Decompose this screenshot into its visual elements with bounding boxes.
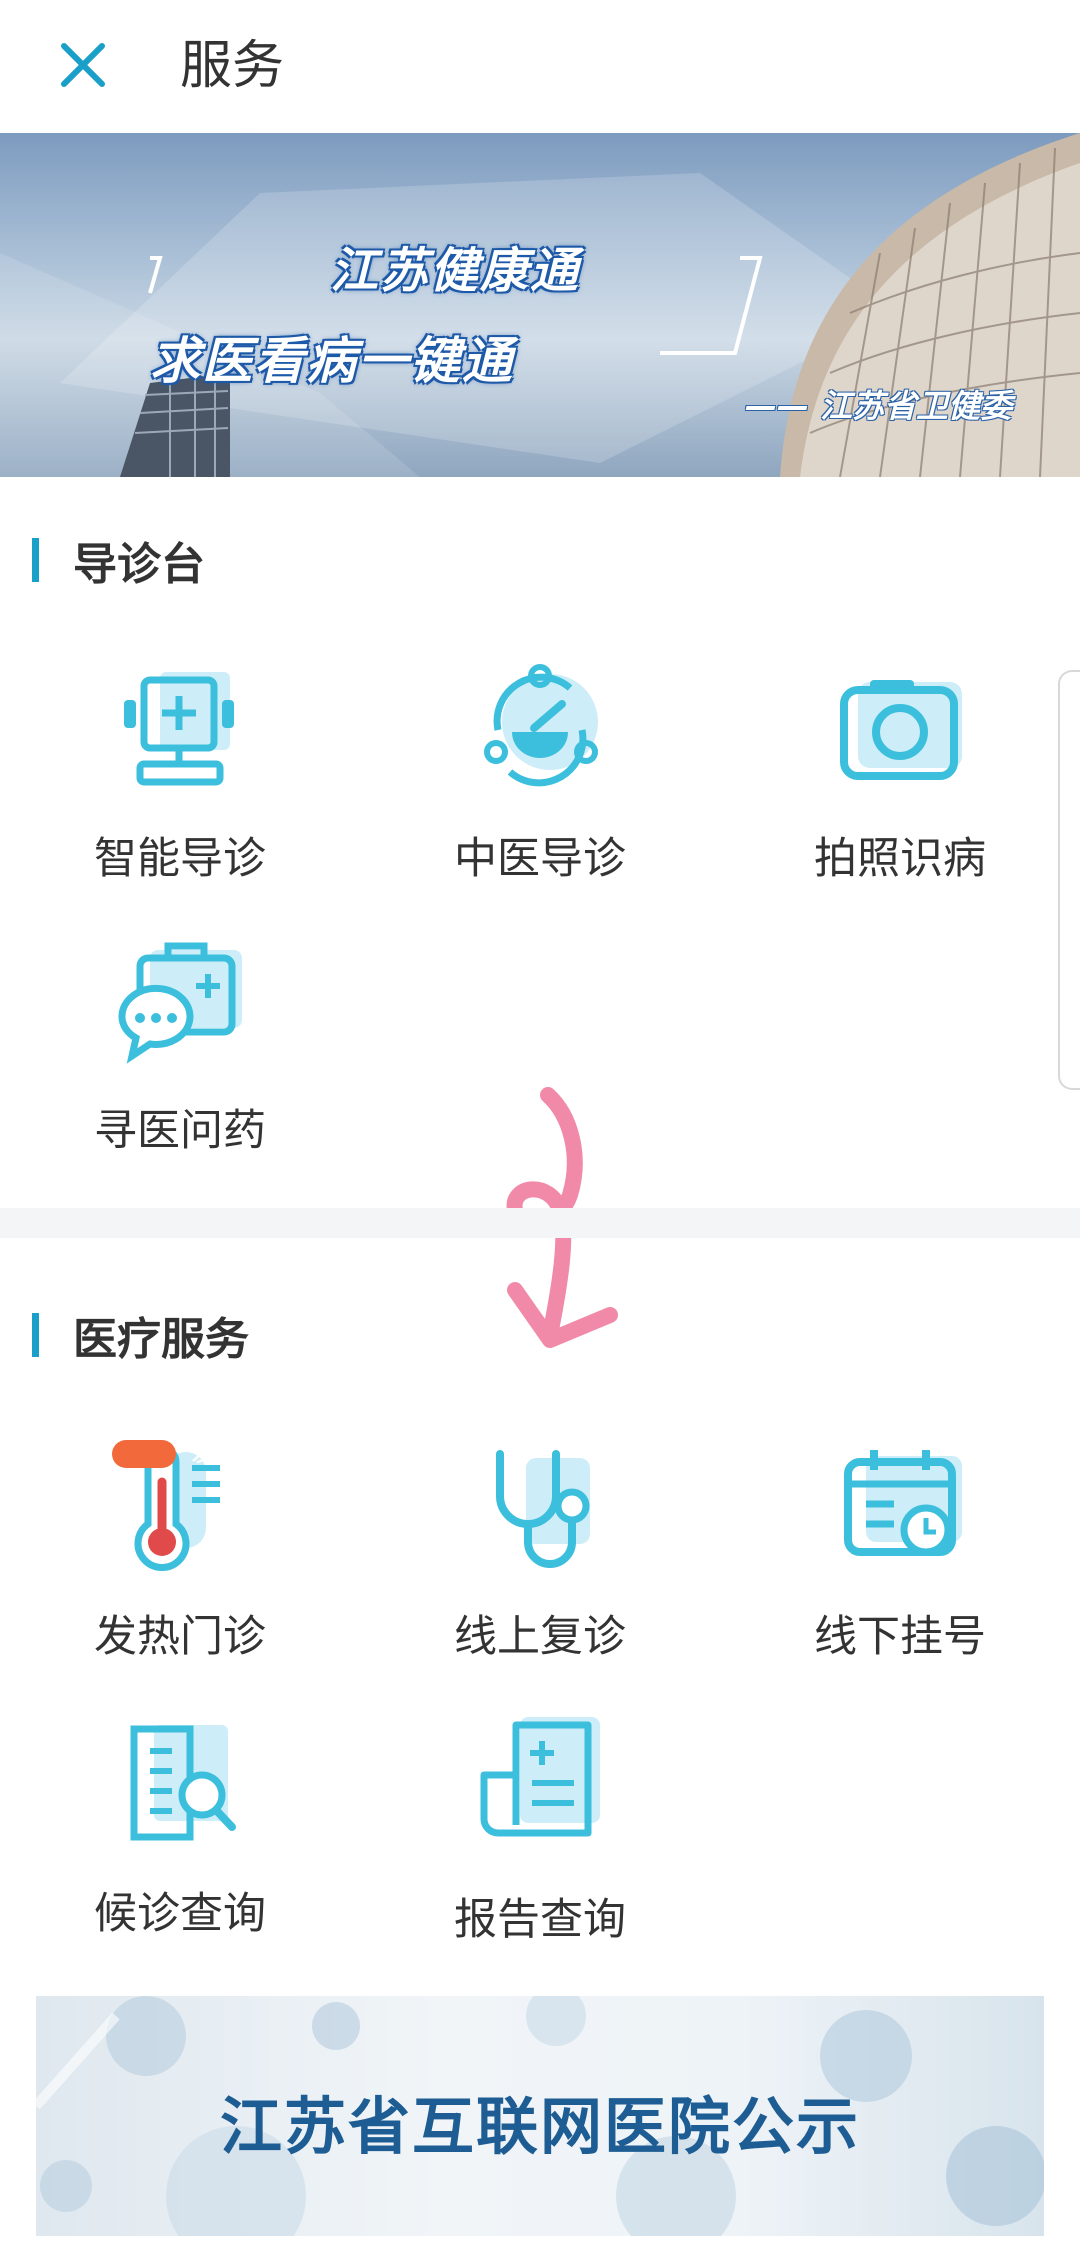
medical-kit-chat-icon bbox=[118, 942, 242, 1064]
section-header-guide: 导诊台 bbox=[32, 535, 205, 590]
page-title: 服务 bbox=[180, 36, 285, 96]
section-title: 导诊台 bbox=[73, 539, 205, 590]
tile-smart-triage[interactable]: 智能导诊 bbox=[30, 660, 330, 900]
tile-label: 线下挂号 bbox=[814, 1612, 986, 1662]
section-title: 医疗服务 bbox=[73, 1314, 249, 1365]
close-button[interactable] bbox=[50, 32, 116, 98]
robot-doctor-icon bbox=[124, 672, 234, 786]
banner-source: —— 江苏省卫健委 bbox=[745, 387, 1013, 425]
tile-label: 中医导诊 bbox=[454, 834, 626, 884]
tile-label: 报告查询 bbox=[454, 1895, 626, 1945]
building-search-icon bbox=[130, 1725, 236, 1841]
tile-photo-diagnosis[interactable]: 拍照识病 bbox=[750, 660, 1050, 900]
camera-icon bbox=[840, 680, 962, 780]
tile-fever-clinic[interactable]: 发热 发热门诊 bbox=[30, 1438, 330, 1678]
tile-report-query[interactable]: 报告查询 bbox=[390, 1715, 690, 1955]
fever-badge: 发热 bbox=[192, 1442, 232, 1466]
side-drawer-handle[interactable] bbox=[1058, 670, 1080, 1090]
tile-label: 发热门诊 bbox=[94, 1612, 266, 1662]
herbal-bowl-icon bbox=[484, 664, 598, 787]
tile-find-doctor[interactable]: 寻医问药 bbox=[30, 932, 330, 1172]
banner-subtitle: 求医看病一键通 bbox=[150, 332, 514, 390]
stethoscope-icon bbox=[496, 1450, 590, 1568]
section-accent-bar bbox=[32, 1313, 39, 1357]
tile-label: 寻医问药 bbox=[94, 1106, 266, 1156]
bottom-banner-title: 江苏省互联网医院公示 bbox=[219, 2090, 860, 2163]
tile-offline-registration[interactable]: 线下挂号 bbox=[750, 1438, 1050, 1678]
tile-waiting-query[interactable]: 候诊查询 bbox=[30, 1715, 330, 1955]
close-icon bbox=[61, 43, 105, 87]
tile-label: 线上复诊 bbox=[454, 1612, 626, 1662]
medical-report-icon bbox=[480, 1717, 600, 1837]
top-bar: 服务 bbox=[0, 0, 1080, 133]
section-header-medical: 医疗服务 bbox=[32, 1310, 249, 1365]
tile-label: 拍照识病 bbox=[814, 834, 986, 884]
calendar-clock-icon bbox=[844, 1450, 962, 1556]
tile-online-revisit[interactable]: 线上复诊 bbox=[390, 1438, 690, 1678]
tile-label: 候诊查询 bbox=[94, 1889, 266, 1939]
tile-tcm-triage[interactable]: 中医导诊 bbox=[390, 660, 690, 900]
promo-banner[interactable]: 江苏健康通 求医看病一键通 —— 江苏省卫健委 bbox=[0, 133, 1080, 477]
internet-hospital-banner[interactable]: 江苏省互联网医院公示 bbox=[36, 1996, 1044, 2236]
section-accent-bar bbox=[32, 538, 39, 582]
section-divider bbox=[0, 1208, 1080, 1238]
banner-title: 江苏健康通 bbox=[330, 243, 581, 299]
tile-label: 智能导诊 bbox=[94, 834, 266, 884]
